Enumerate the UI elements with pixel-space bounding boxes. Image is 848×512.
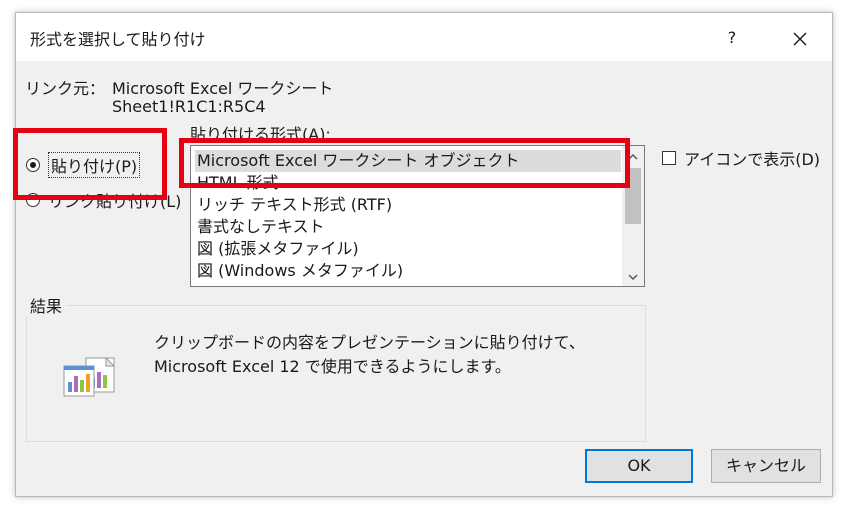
close-button[interactable] bbox=[782, 21, 818, 55]
format-option[interactable]: リッチ テキスト形式 (RTF) bbox=[195, 194, 621, 216]
dialog-title: 形式を選択して貼り付け bbox=[30, 30, 206, 49]
format-option[interactable]: 書式なしテキスト bbox=[195, 216, 621, 238]
paste-link-radio-label: リンク貼り付け(L) bbox=[48, 192, 182, 211]
display-as-icon-checkbox[interactable] bbox=[662, 151, 676, 165]
result-label: 結果 bbox=[26, 293, 67, 317]
paste-link-radio[interactable] bbox=[26, 193, 40, 207]
format-option[interactable]: HTML 形式 bbox=[195, 172, 621, 194]
source-value-type: Microsoft Excel ワークシート bbox=[112, 79, 334, 98]
display-as-icon-option[interactable]: アイコンで表示(D) bbox=[662, 146, 820, 170]
paste-radio-label: 貼り付け(P) bbox=[48, 152, 141, 178]
paste-chart-icon bbox=[60, 356, 120, 406]
source-label: リンク元： bbox=[25, 79, 106, 98]
title-bar: 形式を選択して貼り付け ? bbox=[16, 13, 832, 61]
scroll-thumb[interactable] bbox=[625, 168, 641, 224]
cancel-button[interactable]: キャンセル bbox=[711, 449, 821, 483]
paste-special-dialog: 形式を選択して貼り付け ? リンク元： Microsoft Excel ワークシ… bbox=[15, 12, 833, 497]
format-option[interactable]: 図 (Windows メタファイル) bbox=[195, 260, 621, 282]
scroll-down-icon[interactable] bbox=[622, 266, 644, 286]
paste-radio-option[interactable]: 貼り付け(P) bbox=[26, 152, 141, 178]
format-label: 貼り付ける形式(A): bbox=[190, 125, 331, 144]
paste-radio[interactable] bbox=[26, 158, 40, 172]
ok-button[interactable]: OK bbox=[585, 449, 693, 483]
help-button[interactable]: ? bbox=[716, 23, 748, 53]
scroll-up-icon[interactable] bbox=[622, 146, 644, 166]
format-option[interactable]: Microsoft Excel ワークシート オブジェクト bbox=[195, 150, 621, 172]
source-value-range: Sheet1!R1C1:R5C4 bbox=[112, 97, 266, 116]
close-icon bbox=[793, 32, 807, 45]
result-description: クリップボードの内容をプレゼンテーションに貼り付けて、Microsoft Exc… bbox=[154, 333, 585, 376]
display-as-icon-label: アイコンで表示(D) bbox=[684, 150, 821, 169]
format-scrollbar[interactable] bbox=[622, 146, 644, 286]
paste-link-radio-option[interactable]: リンク貼り付け(L) bbox=[26, 188, 181, 212]
format-listbox[interactable]: Microsoft Excel ワークシート オブジェクト HTML 形式 リッ… bbox=[190, 145, 645, 287]
format-option[interactable]: 図 (拡張メタファイル) bbox=[195, 238, 621, 260]
